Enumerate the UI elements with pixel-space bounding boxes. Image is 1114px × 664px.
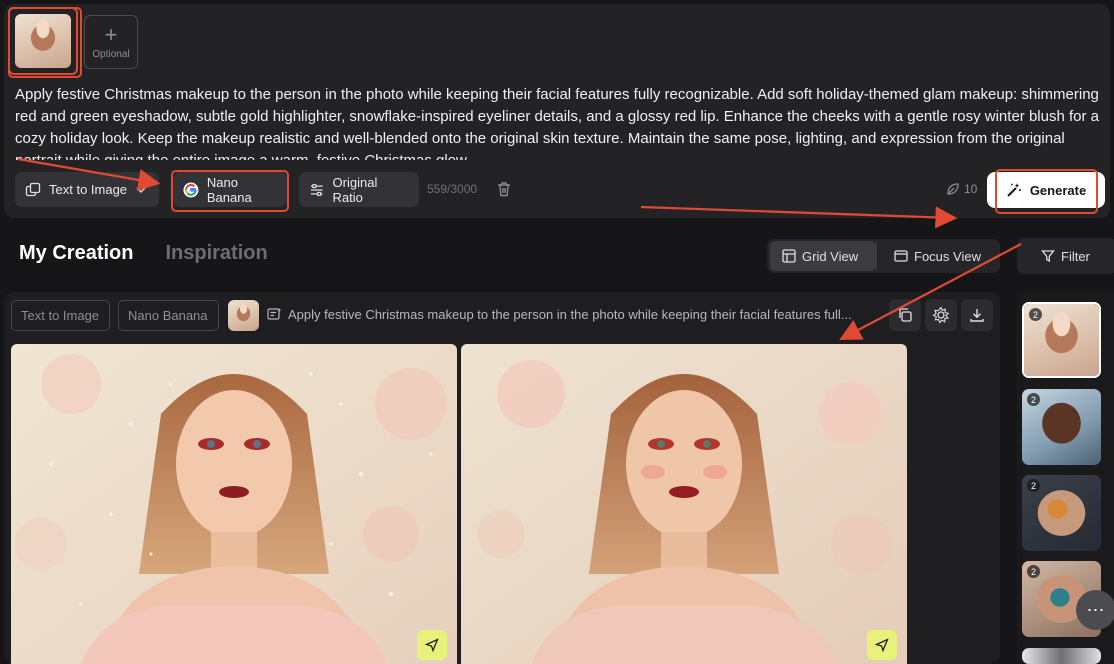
generated-portrait-1: [11, 344, 457, 664]
optional-label: Optional: [92, 48, 130, 60]
focus-view-label: Focus View: [914, 248, 981, 264]
add-image-button[interactable]: + Optional: [84, 15, 138, 69]
image-count-badge: 2: [1027, 479, 1040, 492]
generated-image-1[interactable]: [11, 344, 457, 664]
copy-icon: [899, 308, 912, 322]
chevron-down-icon: [136, 186, 146, 193]
generated-image-2[interactable]: [461, 344, 907, 664]
creation-model-chip: Nano Banana: [118, 300, 219, 331]
grid-view-label: Grid View: [802, 248, 859, 264]
remix-button[interactable]: [925, 299, 957, 331]
aspect-ratio-select[interactable]: Original Ratio: [299, 172, 419, 207]
filter-label: Filter: [1061, 248, 1090, 264]
prompt-character-counter: 559/3000: [427, 182, 478, 196]
send-icon: [425, 638, 439, 652]
download-icon: [970, 309, 984, 322]
filter-button[interactable]: Filter: [1017, 238, 1114, 274]
mode-select[interactable]: Text to Image: [15, 172, 159, 207]
focus-view-button[interactable]: Focus View: [882, 241, 996, 271]
image-mode-icon: [25, 182, 41, 196]
credit-cost-value: 10: [964, 182, 978, 196]
grid-view-icon: [782, 249, 796, 263]
download-button[interactable]: [961, 299, 993, 331]
image-count-badge: 2: [1027, 565, 1040, 578]
view-toggle: Grid View Focus View: [767, 239, 1000, 273]
history-thumb-5[interactable]: [1022, 648, 1101, 664]
annotation-box-model: [171, 170, 289, 212]
leaf-icon: [947, 183, 959, 195]
annotation-box-generate: [995, 169, 1098, 214]
grid-view-button[interactable]: Grid View: [770, 241, 877, 271]
image-count-badge: 2: [1029, 308, 1042, 321]
tab-inspiration[interactable]: Inspiration: [165, 242, 267, 265]
copy-button[interactable]: [889, 299, 921, 331]
plus-icon: +: [104, 21, 118, 47]
filter-icon: [1041, 250, 1055, 263]
creation-tabs: My Creation Inspiration: [19, 242, 268, 265]
send-icon: [875, 638, 889, 652]
more-options-button[interactable]: ⋯: [1076, 590, 1114, 630]
remix-icon: [932, 306, 950, 324]
generated-portrait-2: [461, 344, 907, 664]
aspect-ratio-label: Original Ratio: [332, 174, 378, 205]
creation-prompt-text: Apply festive Christmas makeup to the pe…: [288, 307, 852, 322]
mode-select-label: Text to Image: [49, 182, 128, 197]
focus-view-icon: [894, 250, 908, 262]
history-thumb-2[interactable]: 2: [1022, 389, 1101, 465]
tab-my-creation[interactable]: My Creation: [19, 242, 133, 265]
image-count-badge: 2: [1027, 393, 1040, 406]
prompt-text[interactable]: Apply festive Christmas makeup to the pe…: [15, 84, 1101, 160]
creation-prompt-caption[interactable]: Apply festive Christmas makeup to the pe…: [267, 307, 887, 322]
history-thumb-3[interactable]: 2: [1022, 475, 1101, 551]
trash-icon[interactable]: [495, 180, 513, 198]
sliders-icon: [310, 183, 323, 196]
send-button-1[interactable]: [417, 630, 447, 660]
credit-cost: 10: [946, 182, 977, 196]
creation-reference-thumbnail[interactable]: [228, 300, 259, 331]
prompt-icon: [267, 308, 282, 320]
history-thumb-1[interactable]: 2: [1022, 302, 1101, 378]
annotation-box-reference-image: [8, 7, 82, 78]
creation-mode-chip: Text to Image: [11, 300, 110, 331]
send-button-2[interactable]: [867, 630, 897, 660]
